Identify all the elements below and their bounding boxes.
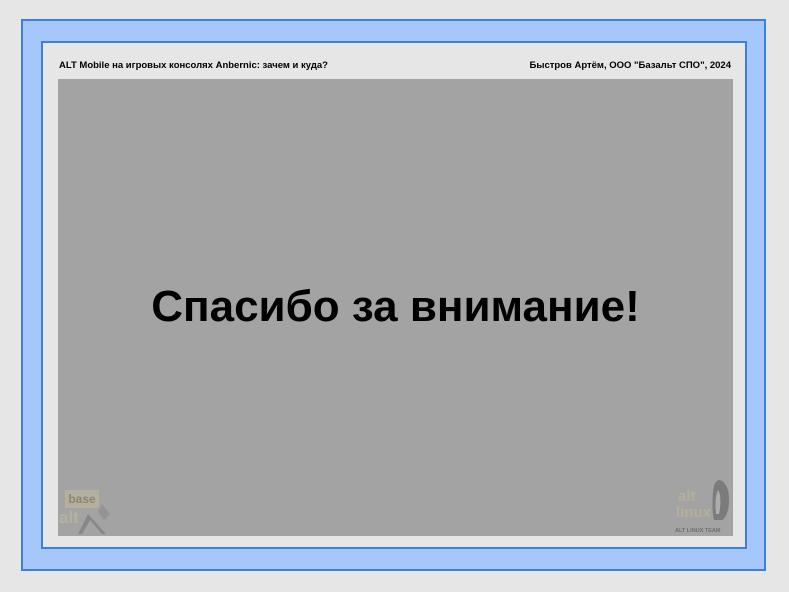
slide-content: Спасибо за внимание! base alt alt linux …: [58, 79, 733, 536]
altlinux-logo-text-bottom: linux: [676, 504, 712, 521]
altlinux-logo: alt linux ALT LINUX TEAM: [675, 480, 729, 534]
altlinux-logo-caption: ALT LINUX TEAM: [675, 528, 721, 534]
basealt-logo: base alt: [59, 490, 110, 534]
basealt-logo-text-bottom: alt: [59, 508, 79, 527]
altlinux-logo-text-top: alt: [678, 488, 696, 505]
presentation-title: ALT Mobile на игровых консолях Anbernic:…: [59, 60, 328, 71]
author-credit: Быстров Артём, ООО "Базальт СПО", 2024: [529, 60, 732, 71]
basealt-logo-text-top: base: [68, 492, 96, 506]
slide: ALT Mobile на игровых консолях Anbernic:…: [41, 41, 747, 549]
thanks-heading: Спасибо за внимание!: [151, 282, 640, 331]
